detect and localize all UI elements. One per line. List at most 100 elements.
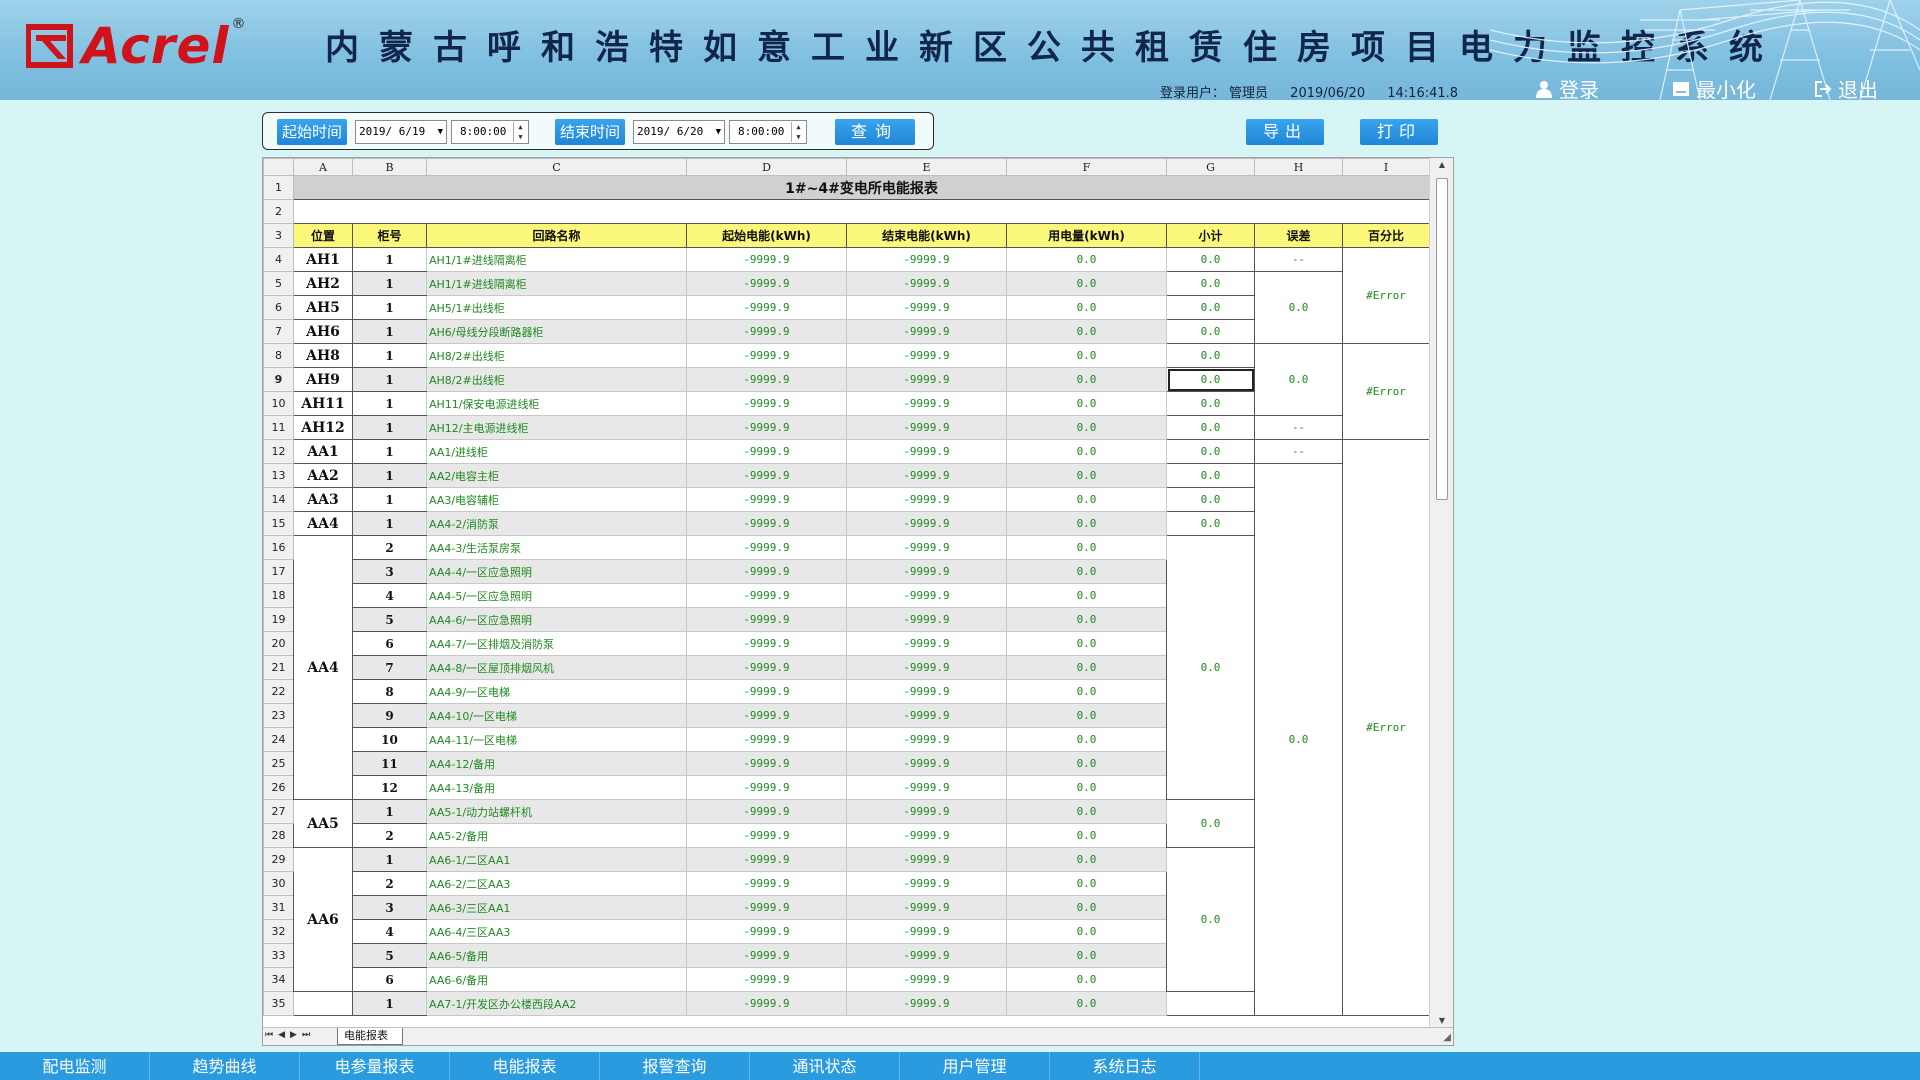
start-energy-cell[interactable]: -9999.9	[686, 367, 847, 392]
column-header[interactable]: G	[1166, 158, 1255, 176]
cabinet-cell[interactable]: 8	[352, 679, 427, 704]
position-cell[interactable]: AA3	[293, 487, 353, 512]
error-cell[interactable]: 0.0	[1254, 463, 1343, 1016]
circuit-name-cell[interactable]: AH8/2#出线柜	[426, 367, 687, 392]
end-energy-cell[interactable]: -9999.9	[846, 895, 1007, 920]
nav-item[interactable]: 趋势曲线	[150, 1052, 300, 1080]
end-energy-cell[interactable]: -9999.9	[846, 703, 1007, 728]
row-number[interactable]: 23	[263, 703, 294, 728]
cabinet-cell[interactable]: 1	[352, 991, 427, 1016]
end-energy-cell[interactable]: -9999.9	[846, 871, 1007, 896]
start-energy-cell[interactable]: -9999.9	[686, 271, 847, 296]
subtotal-cell[interactable]: 0.0	[1166, 799, 1255, 848]
start-energy-cell[interactable]: -9999.9	[686, 295, 847, 320]
cabinet-cell[interactable]: 2	[352, 535, 427, 560]
start-energy-cell[interactable]: -9999.9	[686, 631, 847, 656]
usage-cell[interactable]: 0.0	[1006, 583, 1167, 608]
position-cell[interactable]: AH11	[293, 391, 353, 416]
usage-cell[interactable]: 0.0	[1006, 799, 1167, 824]
row-number[interactable]: 9	[263, 367, 294, 392]
row-number[interactable]: 12	[263, 439, 294, 464]
print-button[interactable]: 打印	[1360, 119, 1438, 145]
vertical-scrollbar[interactable]: ▲ ▼	[1429, 158, 1453, 1028]
start-energy-cell[interactable]: -9999.9	[686, 967, 847, 992]
cabinet-cell[interactable]: 1	[352, 343, 427, 368]
usage-cell[interactable]: 0.0	[1006, 871, 1167, 896]
usage-cell[interactable]: 0.0	[1006, 559, 1167, 584]
start-energy-cell[interactable]: -9999.9	[686, 775, 847, 800]
usage-cell[interactable]: 0.0	[1006, 703, 1167, 728]
column-header[interactable]: B	[352, 158, 427, 176]
end-date-picker[interactable]: 2019/ 6/20 ▼	[633, 120, 725, 144]
nav-item[interactable]: 报警查询	[600, 1052, 750, 1080]
column-header[interactable]: E	[846, 158, 1007, 176]
position-cell[interactable]: AA6	[293, 847, 353, 992]
start-energy-cell[interactable]: -9999.9	[686, 751, 847, 776]
column-header[interactable]: F	[1006, 158, 1167, 176]
usage-cell[interactable]: 0.0	[1006, 415, 1167, 440]
circuit-name-cell[interactable]: AA4-9/一区电梯	[426, 679, 687, 704]
position-cell[interactable]: AA2	[293, 463, 353, 488]
column-header[interactable]: I	[1342, 158, 1429, 176]
scrollbar-thumb[interactable]	[1436, 178, 1448, 500]
position-cell[interactable]: AA4	[293, 511, 353, 536]
circuit-name-cell[interactable]: AH6/母线分段断路器柜	[426, 319, 687, 344]
cabinet-cell[interactable]: 1	[352, 847, 427, 872]
column-title[interactable]: 用电量(kWh)	[1006, 223, 1167, 248]
circuit-name-cell[interactable]: AA2/电容主柜	[426, 463, 687, 488]
error-cell[interactable]: 0.0	[1254, 271, 1343, 344]
row-number[interactable]: 27	[263, 799, 294, 824]
circuit-name-cell[interactable]: AA4-13/备用	[426, 775, 687, 800]
usage-cell[interactable]: 0.0	[1006, 607, 1167, 632]
circuit-name-cell[interactable]: AH1/1#进线隔离柜	[426, 247, 687, 272]
circuit-name-cell[interactable]: AA4-2/消防泵	[426, 511, 687, 536]
start-energy-cell[interactable]: -9999.9	[686, 343, 847, 368]
start-energy-cell[interactable]: -9999.9	[686, 319, 847, 344]
percentage-cell[interactable]: #Error	[1342, 343, 1429, 440]
sheet-tab-energy-report[interactable]: 电能报表	[337, 1028, 403, 1045]
row-number[interactable]: 29	[263, 847, 294, 872]
circuit-name-cell[interactable]: AA4-7/一区排烟及消防泵	[426, 631, 687, 656]
circuit-name-cell[interactable]: AA4-12/备用	[426, 751, 687, 776]
circuit-name-cell[interactable]: AA4-11/一区电梯	[426, 727, 687, 752]
circuit-name-cell[interactable]: AA3/电容辅柜	[426, 487, 687, 512]
end-energy-cell[interactable]: -9999.9	[846, 751, 1007, 776]
circuit-name-cell[interactable]: AA4-4/一区应急照明	[426, 559, 687, 584]
row-number[interactable]: 24	[263, 727, 294, 752]
end-energy-cell[interactable]: -9999.9	[846, 775, 1007, 800]
start-energy-cell[interactable]: -9999.9	[686, 799, 847, 824]
row-number[interactable]: 30	[263, 871, 294, 896]
subtotal-cell[interactable]: 0.0	[1166, 271, 1255, 296]
usage-cell[interactable]: 0.0	[1006, 247, 1167, 272]
nav-item[interactable]: 电能报表	[450, 1052, 600, 1080]
position-cell[interactable]	[293, 991, 353, 1016]
cabinet-cell[interactable]: 2	[352, 823, 427, 848]
end-energy-cell[interactable]: -9999.9	[846, 367, 1007, 392]
circuit-name-cell[interactable]: AA6-5/备用	[426, 943, 687, 968]
end-energy-cell[interactable]: -9999.9	[846, 391, 1007, 416]
column-title[interactable]: 起始电能(kWh)	[686, 223, 847, 248]
end-energy-cell[interactable]: -9999.9	[846, 559, 1007, 584]
start-energy-cell[interactable]: -9999.9	[686, 943, 847, 968]
column-title[interactable]: 百分比	[1342, 223, 1429, 248]
start-energy-cell[interactable]: -9999.9	[686, 823, 847, 848]
cabinet-cell[interactable]: 1	[352, 271, 427, 296]
circuit-name-cell[interactable]: AA6-3/三区AA1	[426, 895, 687, 920]
usage-cell[interactable]: 0.0	[1006, 751, 1167, 776]
nav-item[interactable]: 电参量报表	[300, 1052, 450, 1080]
column-title[interactable]: 回路名称	[426, 223, 687, 248]
report-spreadsheet[interactable]: A B C D E F G H I 1 1#~4#变电所电能报表 2 3 位置 柜号 回路名称 起始电能(kWh…	[262, 157, 1454, 1046]
circuit-name-cell[interactable]: AA4-10/一区电梯	[426, 703, 687, 728]
usage-cell[interactable]: 0.0	[1006, 655, 1167, 680]
start-energy-cell[interactable]: -9999.9	[686, 991, 847, 1016]
end-energy-cell[interactable]: -9999.9	[846, 919, 1007, 944]
percentage-cell[interactable]: #Error	[1342, 439, 1429, 1016]
start-energy-cell[interactable]: -9999.9	[686, 871, 847, 896]
row-number[interactable]: 32	[263, 919, 294, 944]
start-energy-cell[interactable]: -9999.9	[686, 919, 847, 944]
cabinet-cell[interactable]: 9	[352, 703, 427, 728]
circuit-name-cell[interactable]: AH1/1#进线隔离柜	[426, 271, 687, 296]
end-energy-cell[interactable]: -9999.9	[846, 319, 1007, 344]
cabinet-cell[interactable]: 1	[352, 319, 427, 344]
position-cell[interactable]: AH6	[293, 319, 353, 344]
